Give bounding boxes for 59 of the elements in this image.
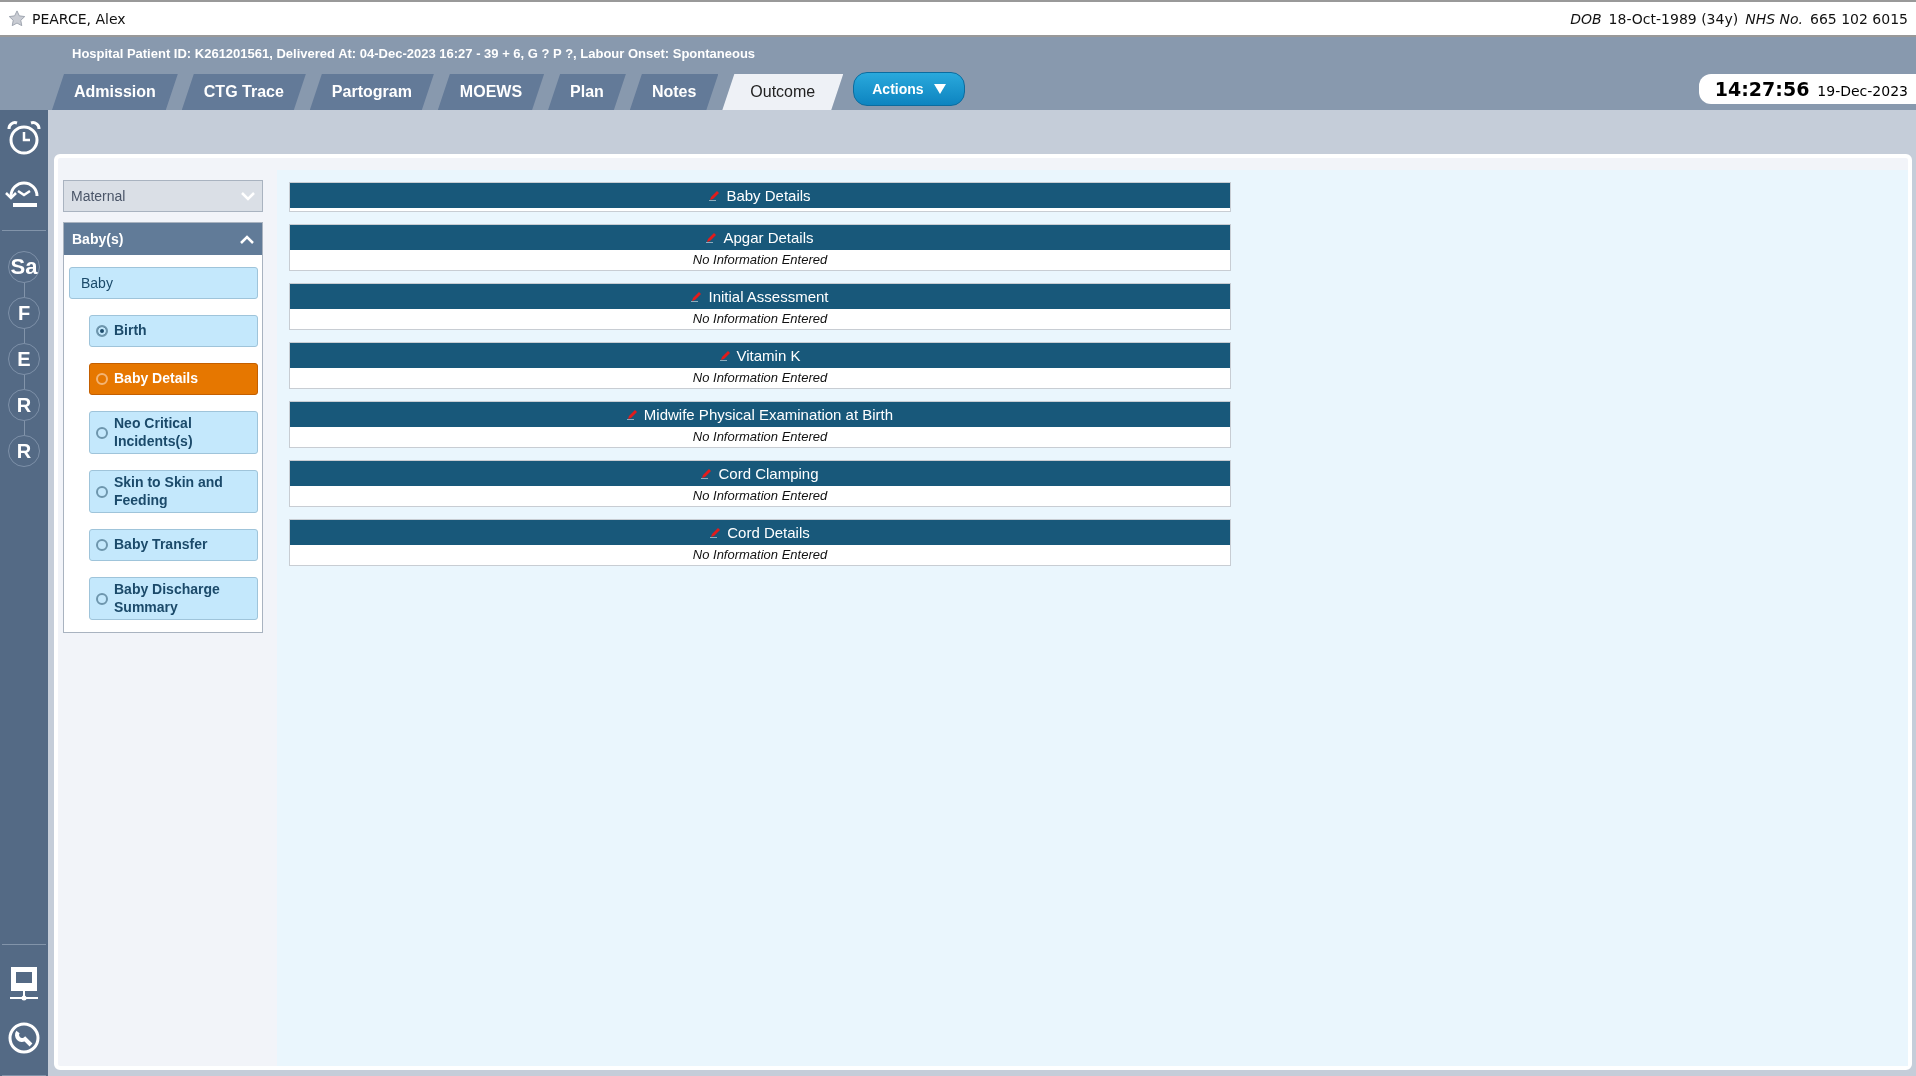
pencil-icon <box>691 291 703 302</box>
empty-message: No Information Entered <box>692 252 828 267</box>
empty-message: No Information Entered <box>692 547 828 562</box>
pencil-icon <box>710 527 722 538</box>
nav-item[interactable]: Neo Critical Incidents(s) <box>89 411 258 454</box>
tab[interactable]: Outcome <box>722 74 844 110</box>
patient-name: PEARCE, Alex <box>32 10 126 27</box>
pencil-icon <box>719 350 731 361</box>
section-header[interactable]: Baby Details <box>290 183 1230 208</box>
clock-date: 19-Dec-2023 <box>1817 83 1908 99</box>
empty-message: No Information Entered <box>692 311 828 326</box>
tab[interactable]: Notes <box>629 74 719 110</box>
section-header[interactable]: Cord Details <box>290 520 1230 545</box>
nav-item[interactable]: Baby Details <box>89 363 258 395</box>
tab[interactable]: Plan <box>548 74 626 110</box>
pencil-icon <box>709 190 721 201</box>
section-title: Cord Clamping <box>718 465 819 482</box>
nav-item[interactable]: Baby Transfer <box>89 529 258 561</box>
nav-item[interactable]: Skin to Skin and Feeding <box>89 470 258 513</box>
pencil-icon <box>626 409 638 420</box>
section-header[interactable]: Vitamin K <box>290 343 1230 368</box>
empty-message: No Information Entered <box>692 429 828 444</box>
section-title: Apgar Details <box>723 229 814 246</box>
nav-group[interactable]: Baby <box>69 267 258 299</box>
section-header[interactable]: Initial Assessment <box>290 284 1230 309</box>
dob-value: 18-Oct-1989 (34y) <box>1608 10 1739 27</box>
nhs-value: 665 102 6015 <box>1810 10 1908 27</box>
actions-button[interactable]: Actions <box>853 72 965 106</box>
nav-item[interactable]: Baby Discharge Summary <box>89 577 258 620</box>
empty-message: No Information Entered <box>692 370 828 385</box>
tab[interactable]: Admission <box>52 74 178 110</box>
alarm-clock-icon[interactable] <box>6 120 42 156</box>
section-header[interactable]: Midwife Physical Examination at Birth <box>290 402 1230 427</box>
dob-label: DOB <box>1570 10 1602 27</box>
section-title: Midwife Physical Examination at Birth <box>643 406 894 423</box>
nav-item[interactable]: Birth <box>89 315 258 347</box>
section-title: Vitamin K <box>736 347 801 364</box>
tab[interactable]: MOEWS <box>437 74 545 110</box>
section-header[interactable]: Cord Clamping <box>290 461 1230 486</box>
caret-icon <box>933 84 946 94</box>
tab[interactable]: Partogram <box>309 74 434 110</box>
section-title: Cord Details <box>727 524 810 541</box>
clock-time: 14:27:56 <box>1714 78 1810 100</box>
wrench-icon[interactable] <box>7 1021 41 1055</box>
section-title: Initial Assessment <box>708 288 829 305</box>
chevron-icon <box>241 191 255 201</box>
network-monitor-icon[interactable] <box>9 965 39 1001</box>
empty-message: No Information Entered <box>692 488 828 503</box>
patient-info-line: Hospital Patient ID: K261201561, Delivered At: 04-Dec-2023 16:27 - 39 + 6, G ? P ?, Labour Onset: Spontaneous <box>71 45 757 63</box>
chevron-icon <box>240 234 254 244</box>
accordion-header[interactable]: Maternal <box>63 180 263 212</box>
section-title: Baby Details <box>726 187 811 204</box>
nhs-label: NHS No. <box>1745 10 1803 27</box>
section-header[interactable]: Apgar Details <box>290 225 1230 250</box>
pencil-icon <box>706 232 718 243</box>
star-icon <box>8 9 26 28</box>
pencil-icon <box>701 468 713 479</box>
accordion-header[interactable]: Baby(s) <box>64 223 262 255</box>
tab[interactable]: CTG Trace <box>181 74 306 110</box>
